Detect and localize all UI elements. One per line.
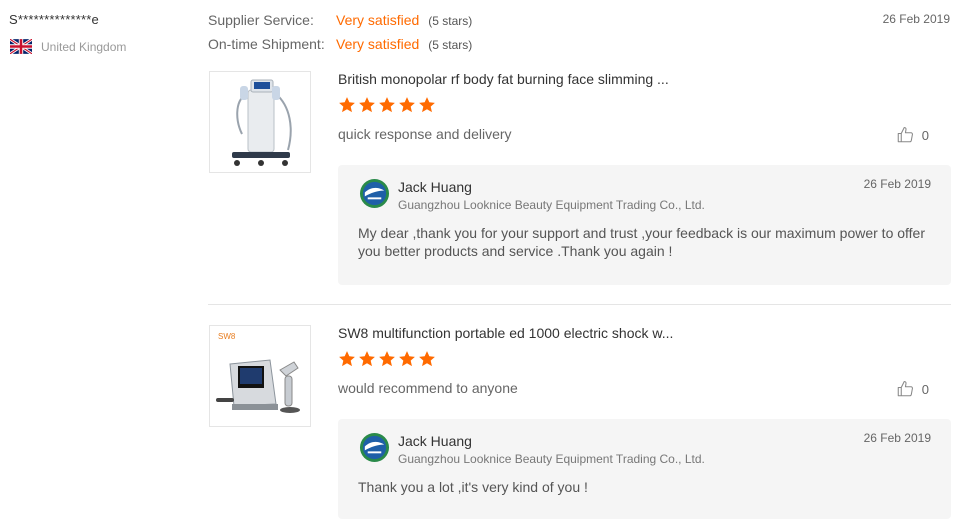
product-image-label: SW8 bbox=[218, 332, 236, 341]
product-image[interactable] bbox=[209, 71, 311, 173]
like-count: 0 bbox=[921, 381, 929, 397]
star-icon bbox=[419, 351, 435, 367]
shockwave-device-image bbox=[216, 359, 300, 413]
supplier-reply: Jack Huang Guangzhou Looknice Beauty Equ… bbox=[338, 419, 951, 519]
rating-stars-text: (5 stars) bbox=[428, 38, 473, 52]
rating-stars-text: (5 stars) bbox=[428, 14, 473, 28]
supplier-service-rating: Supplier Service: Very satisfied (5 star… bbox=[208, 12, 472, 36]
review-item: SW8 SW8 multifunction portable ed 1000 e… bbox=[208, 325, 951, 519]
country-name: United Kingdom bbox=[41, 39, 127, 54]
like-button[interactable]: 0 bbox=[896, 380, 929, 398]
star-icon bbox=[379, 351, 395, 367]
star-icon bbox=[379, 97, 395, 113]
product-title[interactable]: British monopolar rf body fat burning fa… bbox=[338, 71, 669, 87]
star-icon bbox=[399, 351, 415, 367]
star-icon bbox=[359, 97, 375, 113]
supplier-avatar bbox=[359, 178, 390, 209]
like-button[interactable]: 0 bbox=[896, 126, 929, 144]
reply-date: 26 Feb 2019 bbox=[863, 431, 931, 445]
star-rating bbox=[338, 350, 436, 368]
rating-label: Supplier Service: bbox=[208, 12, 314, 28]
star-icon bbox=[419, 97, 435, 113]
reply-company: Guangzhou Looknice Beauty Equipment Trad… bbox=[398, 198, 705, 212]
reply-author-name: Jack Huang bbox=[398, 179, 472, 195]
reply-date: 26 Feb 2019 bbox=[863, 177, 931, 191]
product-title[interactable]: SW8 multifunction portable ed 1000 elect… bbox=[338, 325, 673, 341]
reviewer-name: S**************e bbox=[9, 12, 99, 27]
rating-value: Very satisfied bbox=[336, 12, 420, 28]
rating-value: Very satisfied bbox=[336, 36, 420, 52]
reviewer-country: United Kingdom bbox=[10, 39, 126, 54]
thumbs-up-icon[interactable] bbox=[896, 126, 914, 144]
body-slimming-machine-image bbox=[232, 79, 292, 166]
star-icon bbox=[359, 351, 375, 367]
star-icon bbox=[399, 97, 415, 113]
star-rating bbox=[338, 96, 436, 114]
review-item: British monopolar rf body fat burning fa… bbox=[208, 71, 951, 285]
divider bbox=[208, 304, 951, 305]
star-icon bbox=[339, 351, 355, 367]
reply-company: Guangzhou Looknice Beauty Equipment Trad… bbox=[398, 452, 705, 466]
rating-label: On-time Shipment: bbox=[208, 36, 325, 52]
product-image[interactable]: SW8 bbox=[209, 325, 311, 427]
uk-flag-icon bbox=[10, 39, 32, 54]
review-comment: quick response and delivery bbox=[338, 126, 512, 142]
supplier-reply: Jack Huang Guangzhou Looknice Beauty Equ… bbox=[338, 165, 951, 285]
shipment-rating: On-time Shipment: Very satisfied (5 star… bbox=[208, 36, 472, 60]
thumbs-up-icon[interactable] bbox=[896, 380, 914, 398]
like-count: 0 bbox=[921, 127, 929, 143]
reply-author-name: Jack Huang bbox=[398, 433, 472, 449]
review-comment: would recommend to anyone bbox=[338, 380, 518, 396]
reply-text: My dear ,thank you for your support and … bbox=[358, 225, 926, 259]
star-icon bbox=[339, 97, 355, 113]
reply-text: Thank you a lot ,it's very kind of you ! bbox=[358, 479, 588, 495]
review-date: 26 Feb 2019 bbox=[882, 12, 950, 26]
ratings-summary: Supplier Service: Very satisfied (5 star… bbox=[208, 12, 472, 60]
supplier-avatar bbox=[359, 432, 390, 463]
